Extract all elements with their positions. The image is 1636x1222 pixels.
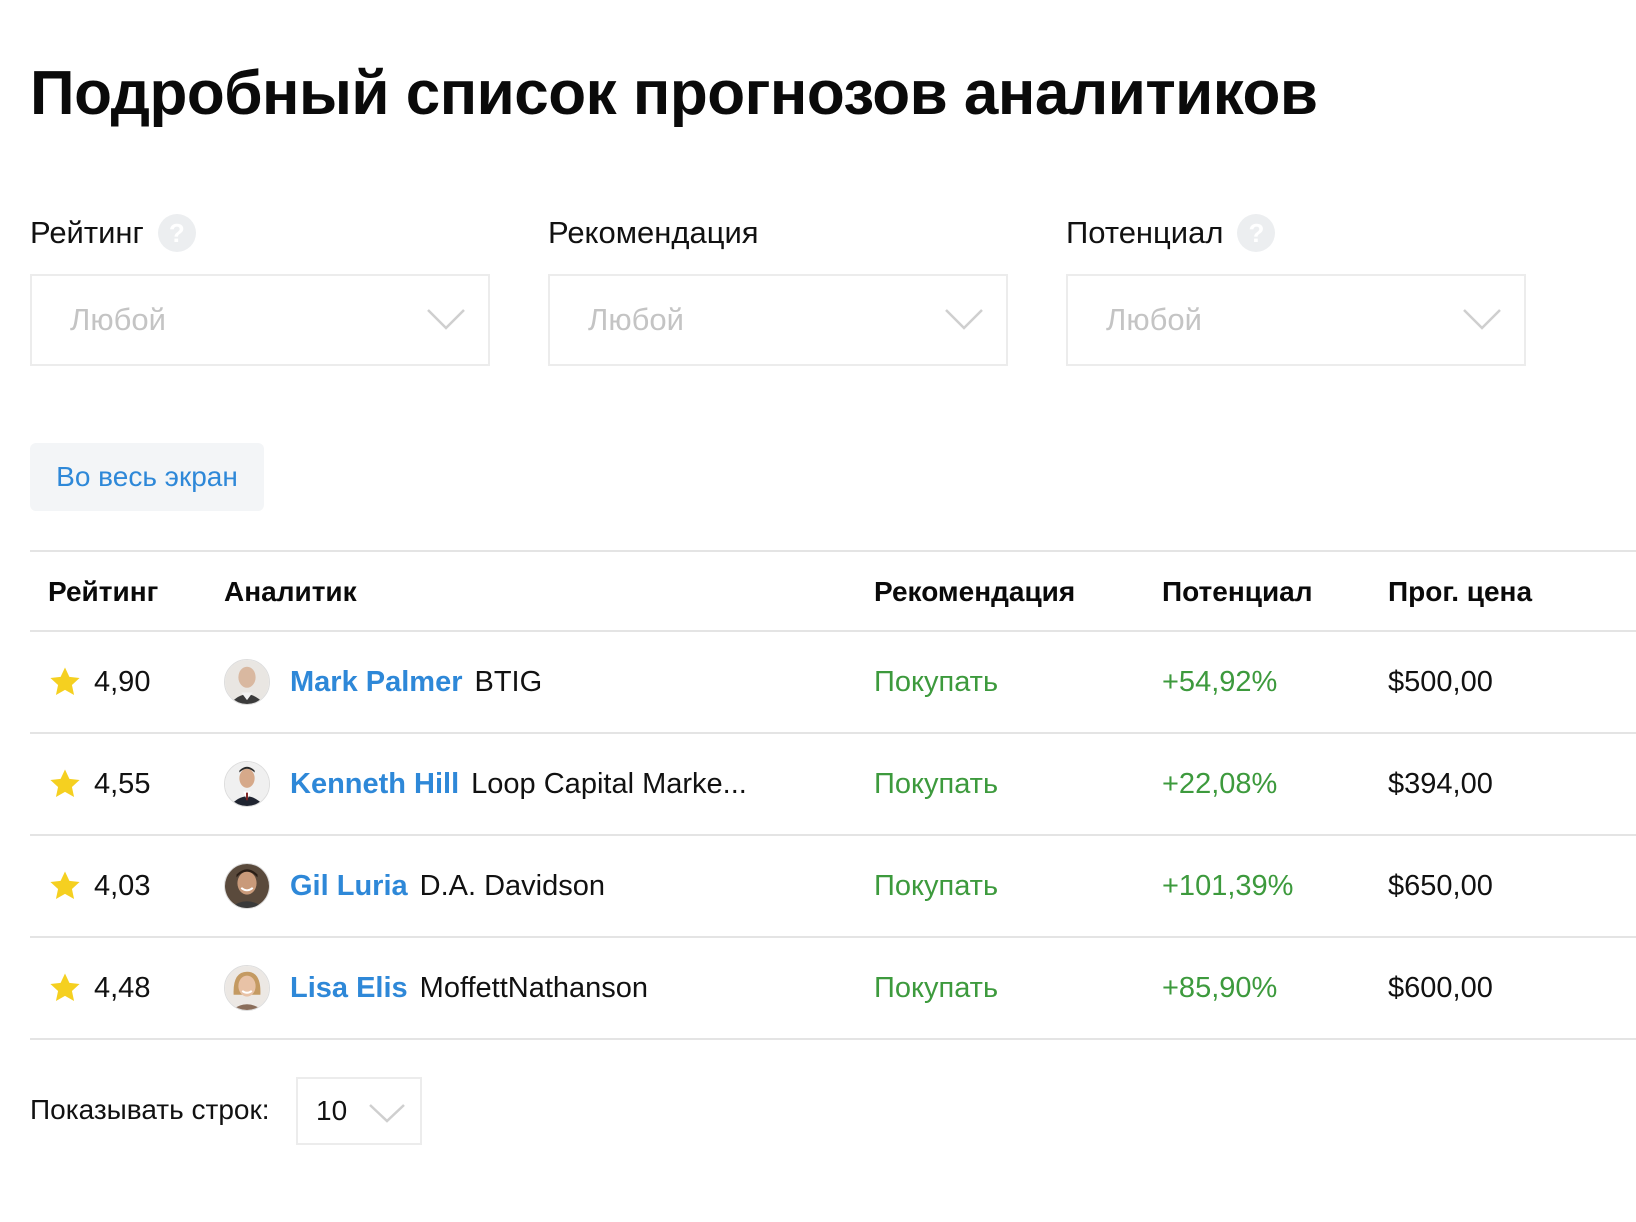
chevron-down-icon	[1463, 309, 1501, 330]
help-icon[interactable]: ?	[157, 214, 196, 252]
analyst-firm: BTIG	[474, 665, 543, 698]
target-price-value: $650,00	[1388, 869, 1493, 902]
recommendation-value: Покупать	[874, 767, 999, 800]
recommendation-value: Покупать	[874, 665, 999, 698]
table-row: 4,90 Mark Palmer BTIG Покупать +54,92% $…	[30, 632, 1636, 734]
fullscreen-button[interactable]: Во весь экран	[30, 443, 264, 511]
filter-upside-value: Любой	[1106, 302, 1202, 337]
analyst-firm: Loop Capital Marke...	[471, 767, 747, 800]
star-icon	[50, 667, 80, 696]
upside-value: +22,08%	[1162, 767, 1278, 800]
upside-value: +85,90%	[1162, 971, 1278, 1004]
filter-recommendation-label: Рекомендация	[548, 215, 759, 250]
filter-rating-value: Любой	[70, 302, 166, 337]
upside-value: +54,92%	[1162, 665, 1278, 698]
filter-rating-label: Рейтинг	[30, 215, 144, 250]
rating-value: 4,48	[94, 971, 151, 1004]
analyst-firm: D.A. Davidson	[419, 869, 605, 902]
analyst-name-link[interactable]: Gil Luria	[290, 870, 408, 903]
column-header-upside[interactable]: Потенциал	[1162, 576, 1313, 608]
target-price-value: $600,00	[1388, 971, 1493, 1004]
analyst-name-link[interactable]: Lisa Elis	[290, 972, 408, 1005]
avatar	[224, 965, 270, 1011]
table-row: 4,55 Kenneth Hill Loop Capital Marke... …	[30, 734, 1636, 836]
star-icon	[50, 871, 80, 900]
page: Подробный список прогнозов аналитиков Ре…	[0, 0, 1636, 1222]
star-icon	[50, 973, 80, 1002]
rows-per-page-select[interactable]: 10	[296, 1077, 422, 1145]
column-header-analyst[interactable]: Аналитик	[224, 576, 357, 608]
page-title: Подробный список прогнозов аналитиков	[30, 59, 1318, 128]
upside-value: +101,39%	[1162, 869, 1294, 902]
filter-recommendation-value: Любой	[588, 302, 684, 337]
column-header-recommendation[interactable]: Рекомендация	[874, 576, 1075, 608]
chevron-down-icon	[427, 309, 465, 330]
column-header-target-price[interactable]: Прог. цена	[1388, 576, 1532, 608]
table-row: 4,03 Gil Luria D.A. Davidson Покупать +1…	[30, 836, 1636, 938]
target-price-value: $394,00	[1388, 767, 1493, 800]
recommendation-value: Покупать	[874, 869, 999, 902]
filter-upside-select[interactable]: Любой	[1066, 274, 1526, 366]
column-header-rating[interactable]: Рейтинг	[48, 576, 158, 608]
analyst-firm: MoffettNathanson	[419, 971, 649, 1004]
filter-upside-label: Потенциал	[1066, 215, 1224, 250]
analyst-table: Рейтинг Аналитик Рекомендация Потенциал …	[30, 550, 1636, 1040]
recommendation-value: Покупать	[874, 971, 999, 1004]
rows-per-page-value: 10	[316, 1095, 348, 1126]
filter-recommendation: Рекомендация Любой	[548, 212, 1008, 366]
analyst-name-link[interactable]: Kenneth Hill	[290, 768, 459, 801]
star-icon	[50, 769, 80, 798]
filter-recommendation-select[interactable]: Любой	[548, 274, 1008, 366]
chevron-down-icon	[369, 1104, 405, 1123]
rating-value: 4,55	[94, 767, 151, 800]
rows-per-page-label: Показывать строк:	[30, 1094, 270, 1125]
avatar	[224, 659, 270, 705]
target-price-value: $500,00	[1388, 665, 1493, 698]
rating-value: 4,03	[94, 869, 151, 902]
filter-upside: Потенциал ? Любой	[1066, 212, 1526, 366]
chevron-down-icon	[945, 309, 983, 330]
help-icon[interactable]: ?	[1237, 214, 1276, 252]
table-header: Рейтинг Аналитик Рекомендация Потенциал …	[30, 550, 1636, 632]
filter-rating: Рейтинг ? Любой	[30, 212, 490, 366]
rating-value: 4,90	[94, 665, 151, 698]
avatar	[224, 761, 270, 807]
analyst-name-link[interactable]: Mark Palmer	[290, 666, 463, 699]
avatar	[224, 863, 270, 909]
filter-rating-select[interactable]: Любой	[30, 274, 490, 366]
table-row: 4,48 Lisa Elis MoffettNathanson Покупать…	[30, 938, 1636, 1040]
